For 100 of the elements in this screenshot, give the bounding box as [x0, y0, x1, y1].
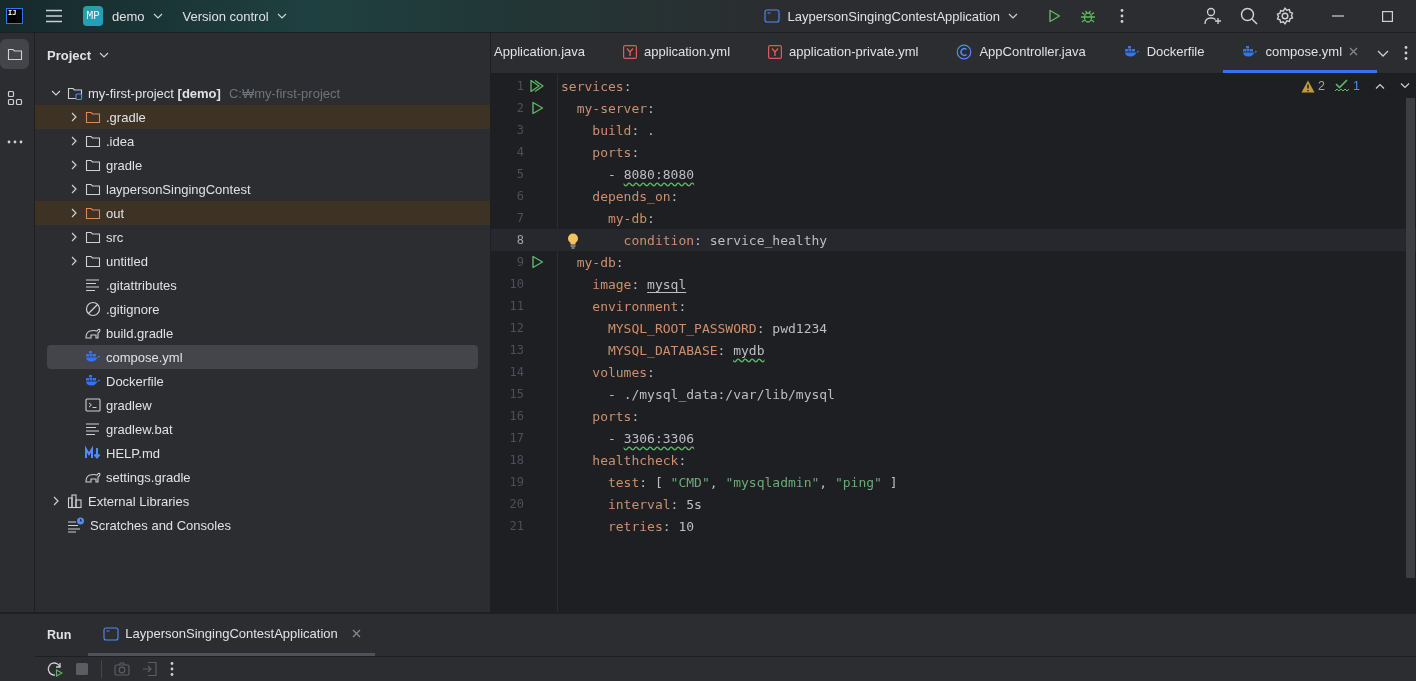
previous-icon[interactable] [1375, 83, 1385, 89]
code-line: my-server: [575, 100, 655, 116]
window-icon [763, 8, 780, 24]
code-line: depends_on: [591, 188, 679, 204]
folder-icon [6, 46, 23, 62]
tree-item[interactable]: my-first-project [demo] C:₩my-first-project [47, 81, 478, 105]
file-type-icon [623, 44, 638, 59]
search-icon[interactable] [1240, 7, 1258, 25]
code-line: test: [ "CMD", "mysqladmin", "ping" ] [606, 474, 898, 490]
tree-item[interactable]: Dockerfile [47, 369, 478, 393]
lightbulb-icon[interactable] [567, 232, 579, 249]
inspection-widget[interactable]: 2 1 [1301, 79, 1410, 93]
code-line: MYSQL_DATABASE: mydb [606, 342, 765, 358]
panel-title-dropdown[interactable]: Project [47, 47, 110, 63]
tree-item[interactable]: src [47, 225, 478, 249]
markdown-icon [85, 445, 101, 461]
project-widget[interactable]: demo [110, 4, 165, 28]
code-line: healthcheck: [591, 452, 687, 468]
tree-item[interactable]: External Libraries [47, 489, 478, 513]
chevron-right-icon[interactable] [71, 208, 77, 218]
settings-icon[interactable] [1276, 7, 1294, 25]
run-tab[interactable]: LaypersonSingingContestApplication [88, 614, 375, 656]
tree-item[interactable]: .idea [47, 129, 478, 153]
project-tool-button[interactable] [0, 39, 29, 69]
tree-item[interactable]: HELP.md [47, 441, 478, 465]
tree-item[interactable]: settings.gradle [47, 465, 478, 489]
folder-icon [85, 109, 101, 125]
tab-list-icon[interactable] [1377, 49, 1389, 57]
tree-item[interactable]: gradlew.bat [47, 417, 478, 441]
code-line: image: mysql [591, 276, 687, 292]
tree-item[interactable]: gradle [47, 153, 478, 177]
chevron-right-icon[interactable] [71, 112, 77, 122]
terminal-icon [85, 397, 101, 413]
tree-item[interactable]: out [35, 201, 490, 225]
file-type-icon [768, 44, 783, 59]
structure-icon [6, 90, 23, 106]
menu-icon[interactable] [46, 9, 62, 23]
code-line: condition: service_healthy [559, 232, 828, 248]
scratches-icon [67, 517, 85, 533]
rerun-icon[interactable] [47, 661, 63, 677]
editor-tab[interactable]: Dockerfile [1104, 33, 1224, 73]
editor-tab[interactable]: Application.java [491, 33, 605, 73]
chevron-right-icon[interactable] [71, 160, 77, 170]
code-line: interval: 5s [606, 496, 702, 512]
add-user-icon[interactable] [1204, 7, 1222, 25]
window-icon [103, 625, 120, 642]
folder-icon [67, 85, 83, 101]
tree-item[interactable]: .gitattributes [47, 273, 478, 297]
more-icon[interactable] [1404, 45, 1408, 61]
tree-item[interactable]: .gitignore [47, 297, 478, 321]
text-file-icon [85, 277, 101, 293]
typo-count: 1 [1353, 79, 1360, 93]
close-icon[interactable] [351, 629, 361, 638]
vcs-widget[interactable]: Version control [180, 4, 289, 28]
tree-item[interactable]: Scratches and Consoles [47, 513, 478, 537]
more-icon[interactable] [1120, 8, 1124, 24]
run-config-widget[interactable]: LaypersonSingingContestApplication [761, 4, 1020, 28]
run-all-icon[interactable] [529, 78, 545, 94]
ignore-file-icon [85, 301, 101, 317]
code-line: ports: [591, 144, 640, 160]
more-icon [6, 140, 23, 144]
chevron-right-icon[interactable] [53, 496, 59, 506]
chevron-right-icon[interactable] [71, 232, 77, 242]
folder-icon [85, 133, 101, 149]
code-line: retries: 10 [606, 518, 695, 534]
run-icon[interactable] [1046, 8, 1062, 24]
code-line: my-db: [606, 210, 655, 226]
chevron-right-icon[interactable] [71, 136, 77, 146]
chevron-right-icon[interactable] [71, 184, 77, 194]
code-line: - 8080:8080 [606, 166, 695, 182]
libraries-icon [67, 493, 83, 509]
run-icon[interactable] [529, 100, 545, 116]
debug-icon[interactable] [1080, 8, 1096, 24]
tree-item[interactable]: gradlew [47, 393, 478, 417]
scrollbar[interactable] [1406, 98, 1415, 578]
tree-item[interactable]: untitled [47, 249, 478, 273]
code-line: environment: [591, 298, 687, 314]
code-line: services: [560, 78, 632, 94]
maximize-icon[interactable] [1382, 10, 1393, 22]
chevron-down-icon[interactable] [152, 13, 163, 19]
chevron-down-icon[interactable] [51, 90, 61, 96]
editor-tab[interactable]: compose.yml [1223, 33, 1377, 73]
chevron-down-icon[interactable] [1008, 13, 1018, 19]
chevron-down-icon[interactable] [99, 52, 110, 58]
chevron-down-icon[interactable] [276, 13, 287, 19]
project-path: C:₩my-first-project [228, 85, 341, 101]
tree-item[interactable]: laypersonSingingContest [47, 177, 478, 201]
run-icon[interactable] [529, 254, 545, 270]
more-icon[interactable] [170, 661, 174, 677]
editor-tab[interactable]: application-private.yml [749, 33, 938, 73]
tree-item[interactable]: .gradle [35, 105, 490, 129]
chevron-right-icon[interactable] [71, 256, 77, 266]
editor-tab[interactable]: application.yml [604, 33, 750, 73]
next-icon[interactable] [1400, 83, 1410, 89]
folder-icon [85, 157, 101, 173]
tree-item[interactable]: build.gradle [47, 321, 478, 345]
editor-tab[interactable]: AppController.java [937, 33, 1105, 73]
tree-item[interactable]: compose.yml [47, 345, 478, 369]
warning-icon [1301, 79, 1316, 93]
close-icon[interactable] [1349, 47, 1358, 56]
